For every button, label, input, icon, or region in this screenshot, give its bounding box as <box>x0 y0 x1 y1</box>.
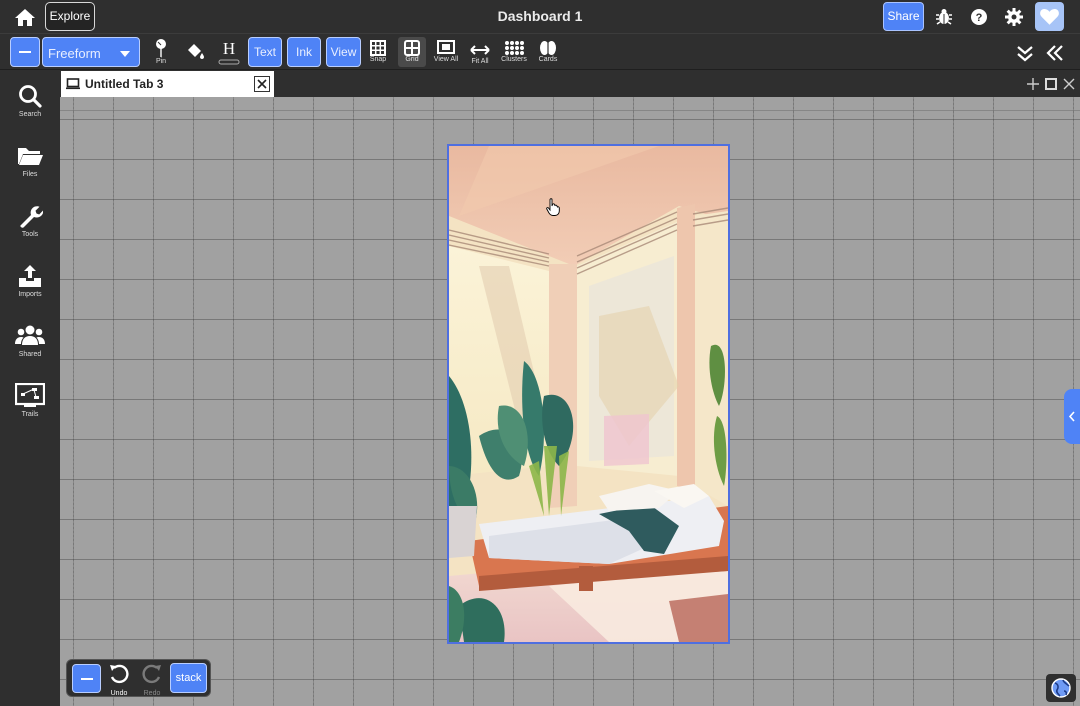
heading-icon: H <box>218 39 240 65</box>
view-all-button[interactable]: View All <box>430 37 462 67</box>
fit-all-button[interactable]: Fit All <box>466 37 494 67</box>
explore-button[interactable]: Explore <box>45 2 95 31</box>
redo-label: Redo <box>143 690 161 697</box>
sidebar-item-imports[interactable]: Imports <box>0 263 60 311</box>
view-all-label: View All <box>433 56 459 63</box>
clusters-label: Clusters <box>501 56 527 63</box>
presentation-icon <box>15 383 45 407</box>
cards-label: Cards <box>538 56 558 63</box>
sidebar-item-label: Search <box>18 111 42 118</box>
fill-button[interactable] <box>184 37 206 67</box>
bedroom-illustration <box>449 146 728 642</box>
tab-strip: Untitled Tab 3 <box>60 71 1080 97</box>
snap-label: Snap <box>369 56 387 63</box>
pin-label: Pin <box>155 58 167 65</box>
sidebar-item-label: Trails <box>21 411 39 418</box>
wrench-icon <box>20 206 43 228</box>
plus-icon <box>1027 78 1039 90</box>
collapse-panel-button[interactable] <box>1044 37 1066 67</box>
pin-icon <box>156 39 166 57</box>
chevron-left-icon <box>1068 411 1075 422</box>
mode-select-value: Freeform <box>48 46 101 61</box>
grid-icon <box>404 40 420 56</box>
close-icon <box>1063 78 1075 90</box>
arrows-horizontal-icon <box>470 45 490 55</box>
fit-all-label: Fit All <box>471 58 489 65</box>
tab-untitled-3[interactable]: Untitled Tab 3 <box>61 71 274 97</box>
sidebar-item-label: Shared <box>18 351 42 358</box>
upload-icon <box>19 265 41 287</box>
ink-button[interactable]: Ink <box>287 37 321 67</box>
view-all-icon <box>437 40 455 54</box>
monitor-icon <box>66 78 80 90</box>
sidebar-item-trails[interactable]: Trails <box>0 383 60 431</box>
tab-label: Untitled Tab 3 <box>85 77 164 91</box>
sidebar-item-label: Files <box>22 171 38 178</box>
sidebar: Search Files Tools Imports Shared Trails <box>0 71 60 706</box>
toolbar: Freeform Pin H Text Ink View Snap Grid V… <box>0 35 1080 70</box>
globe-button[interactable] <box>1046 674 1076 702</box>
help-icon[interactable]: ? <box>969 7 989 27</box>
double-chevron-down-icon <box>1017 46 1033 62</box>
maximize-button[interactable] <box>1044 77 1058 91</box>
redo-icon <box>142 664 161 684</box>
paint-bucket-icon <box>188 44 204 59</box>
share-button[interactable]: Share <box>883 2 924 31</box>
svg-text:H: H <box>223 39 235 58</box>
redo-button[interactable]: Redo <box>137 663 167 697</box>
collapse-bottom-toolbar-button[interactable] <box>72 664 101 693</box>
new-tab-button[interactable] <box>1026 77 1040 91</box>
view-button[interactable]: View <box>326 37 361 67</box>
chevron-down-icon <box>120 51 130 57</box>
folder-icon <box>18 148 43 165</box>
cards-button[interactable]: Cards <box>535 37 561 67</box>
pin-button[interactable]: Pin <box>151 37 171 67</box>
snap-grid-icon <box>370 40 386 56</box>
grid-button[interactable]: Grid <box>398 37 426 67</box>
heart-icon <box>1040 8 1059 25</box>
sidebar-item-label: Imports <box>18 291 42 298</box>
clusters-icon <box>505 41 524 55</box>
undo-icon <box>110 664 129 684</box>
sidebar-item-shared[interactable]: Shared <box>0 323 60 371</box>
heading-button[interactable]: H <box>217 37 241 67</box>
close-tab-button[interactable] <box>254 76 270 92</box>
expand-toolbar-button[interactable] <box>1015 37 1035 67</box>
undo-button[interactable]: Undo <box>104 663 134 697</box>
expand-right-panel-button[interactable] <box>1064 389 1080 444</box>
image-document[interactable] <box>447 144 730 644</box>
cards-icon <box>540 41 556 55</box>
top-bar: Explore Dashboard 1 Share ? <box>0 0 1080 34</box>
users-icon <box>15 325 45 345</box>
double-chevron-left-icon <box>1046 45 1063 61</box>
svg-text:?: ? <box>976 12 983 24</box>
favorite-button[interactable] <box>1035 2 1064 31</box>
grid-label: Grid <box>405 56 419 63</box>
close-pane-button[interactable] <box>1062 77 1076 91</box>
stack-button[interactable]: stack <box>170 663 207 693</box>
sidebar-item-files[interactable]: Files <box>0 143 60 191</box>
close-icon <box>257 79 267 89</box>
search-icon <box>19 85 42 108</box>
gear-icon[interactable] <box>1004 7 1024 27</box>
bottom-toolbar: Undo Redo stack <box>66 659 211 697</box>
globe-icon <box>1051 678 1071 698</box>
sidebar-item-label: Tools <box>21 231 39 238</box>
home-icon[interactable] <box>13 6 37 28</box>
mode-select[interactable]: Freeform <box>42 37 140 67</box>
sidebar-item-search[interactable]: Search <box>0 83 60 131</box>
sidebar-item-tools[interactable]: Tools <box>0 203 60 251</box>
undo-label: Undo <box>110 690 128 697</box>
text-button[interactable]: Text <box>248 37 282 67</box>
collapse-toolbar-button[interactable] <box>10 37 40 67</box>
snap-button[interactable]: Snap <box>366 37 390 67</box>
maximize-icon <box>1045 78 1057 90</box>
bug-icon[interactable] <box>934 7 954 27</box>
clusters-button[interactable]: Clusters <box>498 37 530 67</box>
